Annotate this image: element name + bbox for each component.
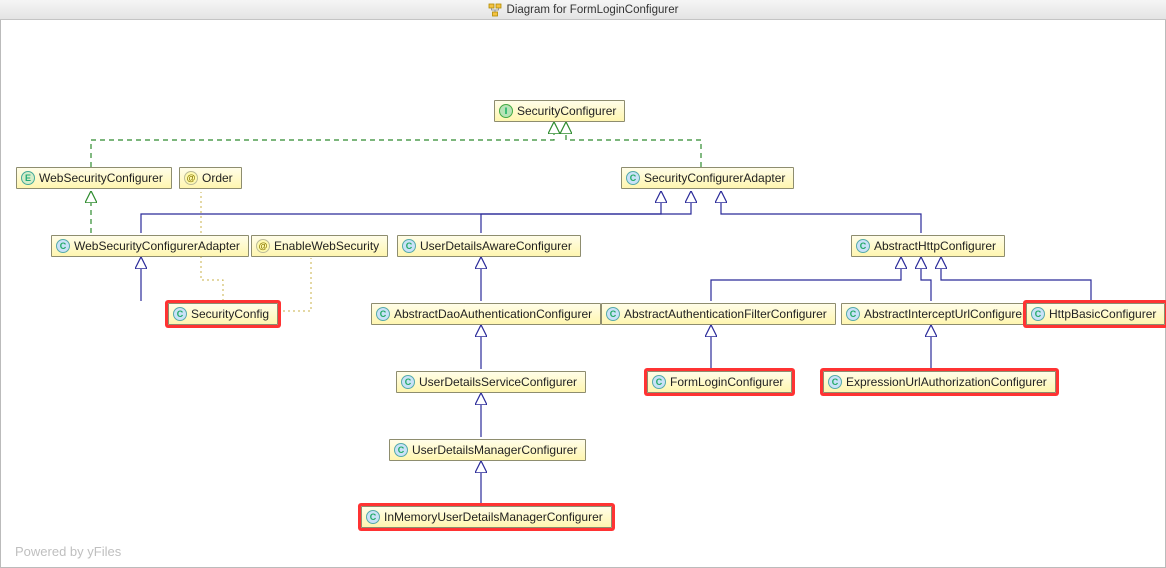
node-order[interactable]: @ Order <box>179 167 242 189</box>
type-badge-icon: C <box>56 239 70 253</box>
node-label: AbstractAuthenticationFilterConfigurer <box>624 307 827 321</box>
node-userDetailsManagerConfigurer[interactable]: C UserDetailsManagerConfigurer <box>389 439 586 461</box>
node-label: WebSecurityConfigurerAdapter <box>74 239 240 253</box>
node-label: EnableWebSecurity <box>274 239 379 253</box>
node-label: UserDetailsServiceConfigurer <box>419 375 577 389</box>
window-title: Diagram for FormLoginConfigurer <box>507 4 679 16</box>
edge <box>941 258 1091 301</box>
node-securityConfig[interactable]: C SecurityConfig <box>168 303 278 325</box>
type-badge-icon: C <box>626 171 640 185</box>
type-badge-icon: C <box>856 239 870 253</box>
type-badge-icon: @ <box>256 239 270 253</box>
type-badge-icon: C <box>173 307 187 321</box>
type-badge-icon: C <box>1031 307 1045 321</box>
node-formLoginConfigurer[interactable]: C FormLoginConfigurer <box>647 371 792 393</box>
edge <box>566 123 701 167</box>
type-badge-icon: C <box>394 443 408 457</box>
type-badge-icon: I <box>499 104 513 118</box>
edge <box>481 192 691 233</box>
footer-credit: Powered by yFiles <box>15 544 121 559</box>
node-abstractInterceptUrlConfigurer[interactable]: C AbstractInterceptUrlConfigurer <box>841 303 1035 325</box>
node-expressionUrlAuthorizationConfigurer[interactable]: C ExpressionUrlAuthorizationConfigurer <box>823 371 1056 393</box>
type-badge-icon: E <box>21 171 35 185</box>
node-label: UserDetailsManagerConfigurer <box>412 443 577 457</box>
node-userDetailsAwareConfigurer[interactable]: C UserDetailsAwareConfigurer <box>397 235 581 257</box>
node-enableWebSecurity[interactable]: @ EnableWebSecurity <box>251 235 388 257</box>
type-badge-icon: C <box>402 239 416 253</box>
edge <box>711 258 901 301</box>
type-badge-icon: C <box>401 375 415 389</box>
type-badge-icon: C <box>846 307 860 321</box>
node-httpBasicConfigurer[interactable]: C HttpBasicConfigurer <box>1026 303 1165 325</box>
node-label: InMemoryUserDetailsManagerConfigurer <box>384 510 603 524</box>
type-badge-icon: C <box>606 307 620 321</box>
type-badge-icon: C <box>376 307 390 321</box>
diagram-canvas[interactable]: I SecurityConfigurer E WebSecurityConfigure… <box>0 20 1166 568</box>
node-securityConfigurerAdapter[interactable]: C SecurityConfigurerAdapter <box>621 167 794 189</box>
node-abstractDaoAuthenticationConfigurer[interactable]: C AbstractDaoAuthenticationConfigurer <box>371 303 601 325</box>
node-securityConfigurer[interactable]: I SecurityConfigurer <box>494 100 625 122</box>
diagram-icon <box>488 3 502 17</box>
node-label: ExpressionUrlAuthorizationConfigurer <box>846 375 1047 389</box>
node-abstractHttpConfigurer[interactable]: C AbstractHttpConfigurer <box>851 235 1005 257</box>
node-webSecurityConfigurer[interactable]: E WebSecurityConfigurer <box>16 167 172 189</box>
node-label: SecurityConfigurer <box>517 104 616 118</box>
type-badge-icon: C <box>366 510 380 524</box>
node-label: AbstractInterceptUrlConfigurer <box>864 307 1026 321</box>
node-label: SecurityConfigurerAdapter <box>644 171 785 185</box>
node-label: FormLoginConfigurer <box>670 375 783 389</box>
node-webSecurityConfigurerAdapter[interactable]: C WebSecurityConfigurerAdapter <box>51 235 249 257</box>
node-inMemoryUserDetailsManagerConfigurer[interactable]: C InMemoryUserDetailsManagerConfigurer <box>361 506 612 528</box>
edge <box>91 123 554 167</box>
node-label: HttpBasicConfigurer <box>1049 307 1156 321</box>
node-label: Order <box>202 171 233 185</box>
node-userDetailsServiceConfigurer[interactable]: C UserDetailsServiceConfigurer <box>396 371 586 393</box>
edge <box>921 258 931 301</box>
node-label: AbstractDaoAuthenticationConfigurer <box>394 307 592 321</box>
title-bar: Diagram for FormLoginConfigurer <box>0 0 1166 20</box>
node-label: WebSecurityConfigurer <box>39 171 163 185</box>
node-abstractAuthenticationFilterConfigurer[interactable]: C AbstractAuthenticationFilterConfigurer <box>601 303 836 325</box>
node-label: AbstractHttpConfigurer <box>874 239 996 253</box>
type-badge-icon: @ <box>184 171 198 185</box>
type-badge-icon: C <box>652 375 666 389</box>
node-label: UserDetailsAwareConfigurer <box>420 239 572 253</box>
edge <box>721 192 921 233</box>
type-badge-icon: C <box>828 375 842 389</box>
edge <box>141 192 661 233</box>
node-label: SecurityConfig <box>191 307 269 321</box>
